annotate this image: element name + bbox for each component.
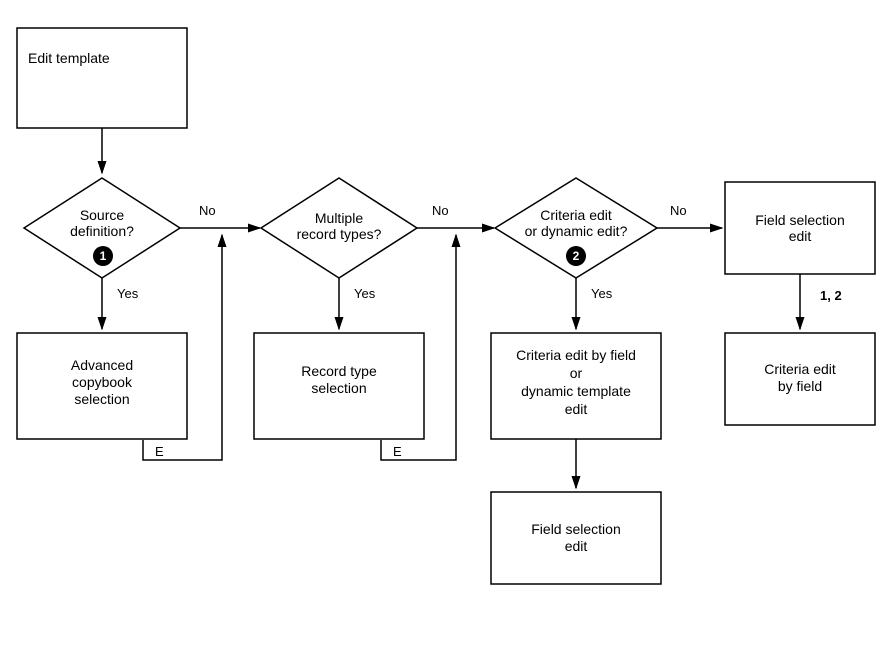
bottomfield-line2: edit xyxy=(565,538,588,554)
annotation-2-label: 2 xyxy=(573,249,580,263)
label-no-1: No xyxy=(199,203,216,218)
source-def-line2: definition? xyxy=(70,223,134,239)
label-e-2: E xyxy=(393,444,402,459)
label-no-2: No xyxy=(432,203,449,218)
rightcrit-line2: by field xyxy=(778,378,822,394)
label-e-1: E xyxy=(155,444,164,459)
label-no-3: No xyxy=(670,203,687,218)
rightcrit-line1: Criteria edit xyxy=(764,361,836,377)
advcopy-line2: copybook xyxy=(72,374,133,390)
recordtype-line2: selection xyxy=(311,380,366,396)
edit-template-label: Edit template xyxy=(28,50,110,66)
label-yes-2: Yes xyxy=(354,286,376,301)
label-yes-1: Yes xyxy=(117,286,139,301)
advcopy-line1: Advanced xyxy=(71,357,133,373)
node-edit-template xyxy=(17,28,187,128)
label-ref-1-2: 1, 2 xyxy=(820,288,842,303)
advcopy-line3: selection xyxy=(74,391,129,407)
bottomfield-line1: Field selection xyxy=(531,521,621,537)
critbyfield-line3: dynamic template xyxy=(521,383,631,399)
fieldsel-line1: Field selection xyxy=(755,212,845,228)
criteria-line1: Criteria edit xyxy=(540,207,612,223)
recordtype-line1: Record type xyxy=(301,363,377,379)
critbyfield-line2: or xyxy=(570,365,583,381)
annotation-1-label: 1 xyxy=(100,249,107,263)
criteria-line2: or dynamic edit? xyxy=(525,223,628,239)
critbyfield-line1: Criteria edit by field xyxy=(516,347,636,363)
fieldsel-line2: edit xyxy=(789,228,812,244)
critbyfield-line4: edit xyxy=(565,401,588,417)
label-yes-3: Yes xyxy=(591,286,613,301)
multrec-line2: record types? xyxy=(297,226,382,242)
multrec-line1: Multiple xyxy=(315,210,363,226)
source-def-line1: Source xyxy=(80,207,125,223)
